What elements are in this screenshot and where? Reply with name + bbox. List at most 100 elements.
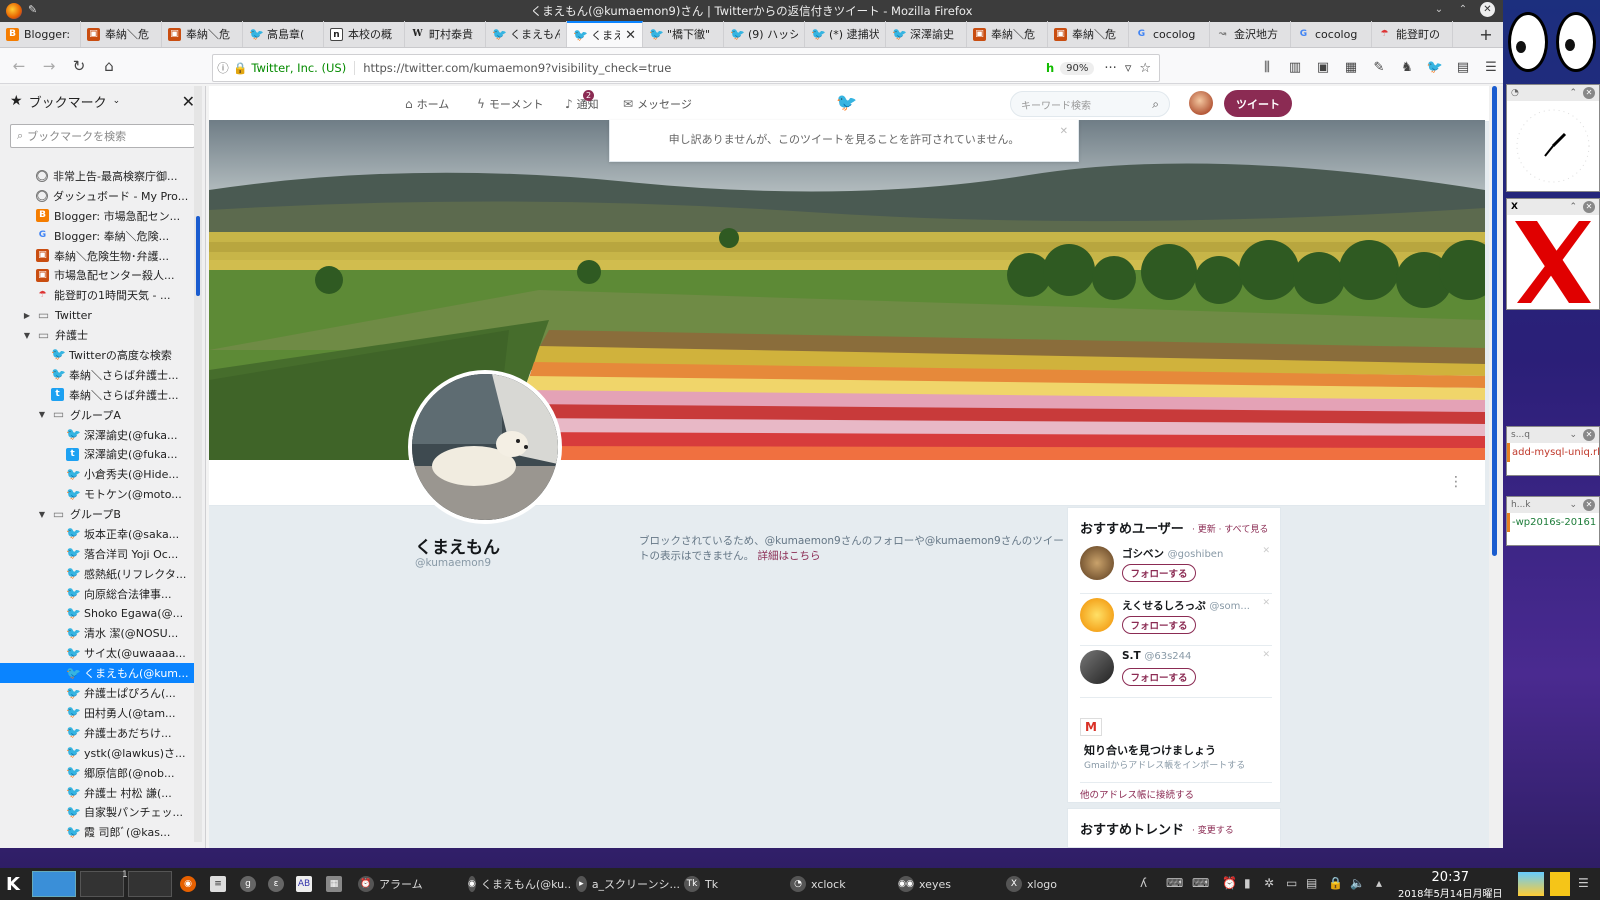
user-avatar[interactable] [1189, 91, 1213, 115]
terminal-1-close-icon[interactable]: ✕ [1583, 429, 1595, 441]
back-arrow-icon[interactable]: ← [6, 53, 32, 79]
bookmark-item[interactable]: t 奉納＼さらば弁護士... [0, 385, 195, 405]
tray-network-icon[interactable]: ✲ [1264, 876, 1274, 890]
xeyes-window[interactable] [1506, 10, 1600, 80]
tab-2[interactable]: ▣ 奉納＼危 [162, 21, 243, 47]
follow-button[interactable]: フォローする [1122, 564, 1196, 582]
dismiss-icon[interactable]: ✕ [1262, 546, 1270, 556]
expanded-arrow-icon[interactable]: ▼ [37, 510, 47, 519]
tab-15[interactable]: ↝ 金沢地方 [1210, 21, 1291, 47]
blocked-details-link[interactable]: 詳細はこちら [758, 550, 821, 562]
bookmark-folder[interactable]: ▶ ▭ Twitter [0, 305, 195, 325]
panel-menu-icon[interactable]: ☰ [1578, 876, 1589, 890]
bookmark-item[interactable]: 🐦 田村勇人(@tam... [0, 703, 195, 723]
tray-kde-icon[interactable]: ʎ [1140, 876, 1147, 890]
nav-notifications[interactable]: ♪ 通知 [565, 96, 599, 112]
user-name[interactable]: えくせるしろっぷ @som... [1122, 598, 1250, 613]
user-avatar[interactable] [1080, 650, 1114, 684]
tray-display-icon[interactable]: ▭ [1286, 876, 1297, 890]
site-info-icon[interactable]: ⓘ [213, 60, 233, 76]
tab-14[interactable]: Gcocolog [1129, 21, 1210, 47]
bookmark-item[interactable]: B Blogger: 市場急配セン... [0, 206, 195, 226]
tray-expand-icon[interactable]: ▴ [1376, 876, 1382, 890]
bookmark-item[interactable]: ▣ 奉納＼危険生物･弁護... [0, 246, 195, 266]
tab-5[interactable]: W 町村泰貴 [405, 21, 486, 47]
url-text[interactable]: https://twitter.com/kumaemon9?visibility… [363, 61, 1046, 75]
bookmark-item[interactable]: 🐦 落合洋司 Yoji Oc... [0, 544, 195, 564]
chevron-up-icon[interactable]: ⌃ [1569, 202, 1577, 212]
tab-17[interactable]: ☂ 能登町の [1372, 21, 1453, 47]
desktop-preview[interactable] [1518, 872, 1544, 896]
bookmark-item[interactable]: 🐦 清水 潔(@NOSU... [0, 623, 195, 643]
tab-9[interactable]: 🐦 (9) ハッシ [724, 21, 805, 47]
bookmark-item[interactable]: 🐦 くまえもん(@kum... [0, 663, 195, 684]
tab-1[interactable]: ▣ 奉納＼危 [81, 21, 162, 47]
tab-16[interactable]: Gcocolog [1291, 21, 1372, 47]
tray-lock-icon[interactable]: 🔒 [1328, 876, 1343, 890]
bookmark-item[interactable]: 🐦 Shoko Egawa(@... [0, 604, 195, 624]
window-close-button[interactable]: ✕ [1480, 2, 1495, 17]
task-alarm[interactable]: ⏰ アラーム [358, 874, 462, 894]
sidebar-title[interactable]: ブックマーク [29, 92, 107, 111]
expanded-arrow-icon[interactable]: ▼ [37, 410, 47, 419]
kde-menu-icon[interactable]: K [6, 874, 20, 895]
bookmark-item[interactable]: 🐦 サイ太(@uwaaaa... [0, 643, 195, 663]
home-icon[interactable]: ⌂ [96, 53, 122, 79]
extension-h-badge[interactable]: h [1046, 61, 1054, 75]
new-tab-plus-icon[interactable]: + [1475, 25, 1497, 44]
user-avatar[interactable] [1080, 546, 1114, 580]
search-icon[interactable]: ⌕ [1152, 97, 1159, 112]
tab-13[interactable]: ▣ 奉納＼危 [1048, 21, 1129, 47]
bookmark-folder[interactable]: ▼ ▭ 弁護士 [0, 325, 195, 345]
task-xlogo[interactable]: Xxlogo [1006, 874, 1110, 894]
bookmark-item[interactable]: 🐦 向原総合法律事... [0, 584, 195, 604]
terminal-window-1[interactable]: s...q ⌄ ✕ add-mysql-uniq.rl [1506, 426, 1600, 476]
bookmark-item[interactable]: 🐦 霞 司郎ﾞ(@kas... [0, 822, 195, 842]
task-xeyes[interactable]: ◉◉ xeyes [898, 874, 1002, 894]
bookmark-item[interactable]: 🐦 奉納＼さらば弁護士... [0, 365, 195, 385]
library-icon[interactable]: ⫼ [1257, 56, 1277, 78]
evernote-icon[interactable]: ♞ [1397, 56, 1417, 78]
sidebar-toggle-icon[interactable]: ▥ [1285, 56, 1305, 78]
twitter-extension-icon[interactable]: 🐦 [1425, 56, 1445, 78]
bookmark-item[interactable]: ▣ 市場急配センター殺人... [0, 265, 195, 285]
bookmark-search-input[interactable]: ⌕ ブックマークを検索 [10, 124, 195, 148]
clipboard-icon[interactable]: ▤ [1453, 56, 1473, 78]
bookmark-folder[interactable]: ▼ ▭ グループB [0, 504, 195, 524]
task-firefox[interactable]: ◉ くまえもん(@ku... [468, 874, 572, 894]
edit-icon[interactable]: ✎ [1369, 56, 1389, 78]
minimize-chevron-icon[interactable]: ⌄ [1432, 3, 1446, 17]
bookmark-item[interactable]: 🐦 弁護士あだちけ... [0, 723, 195, 743]
chevron-up-icon[interactable]: ⌃ [1569, 88, 1577, 98]
tab-close-icon[interactable]: ✕ [625, 28, 636, 43]
profile-handle[interactable]: @kumaemon9 [415, 557, 491, 569]
tab-11[interactable]: 🐦 深澤諭史 [886, 21, 967, 47]
tab-8[interactable]: 🐦 "橋下徹" [643, 21, 724, 47]
trends-change-link[interactable]: · 変更する [1192, 823, 1234, 836]
app-launcher-4[interactable]: ▦ [326, 874, 342, 894]
user-avatar[interactable] [1080, 598, 1114, 632]
expanded-arrow-icon[interactable]: ▼ [22, 331, 32, 340]
follow-button[interactable]: フォローする [1122, 616, 1196, 634]
desktop-pager-2[interactable] [80, 871, 124, 897]
tab-12[interactable]: ▣ 奉納＼危 [967, 21, 1048, 47]
sidebar-scrollbar[interactable] [194, 86, 202, 842]
bookmark-folder[interactable]: ▼ ▭ グループA [0, 405, 195, 425]
sidebar-close-icon[interactable]: ✕ [182, 92, 195, 111]
app-launcher-3[interactable]: AB [296, 874, 312, 894]
bookmark-item[interactable]: 🐦 モトケン(@moto... [0, 484, 195, 504]
forward-arrow-icon[interactable]: → [36, 53, 62, 79]
firefox-launcher[interactable]: ◉ [180, 874, 196, 894]
sidebar-scroll-thumb[interactable] [196, 216, 200, 296]
app-launcher-2[interactable]: ε [268, 874, 284, 894]
url-bar[interactable]: ⓘ 🔒 Twitter, Inc. (US) https://twitter.c… [212, 54, 1160, 82]
task-terminal[interactable]: ▸ a_スクリーンシ... [576, 874, 680, 894]
content-scrollbar[interactable] [1489, 86, 1503, 848]
tweet-button[interactable]: ツイート [1224, 90, 1292, 117]
more-options-icon[interactable]: ⋮ [1449, 474, 1463, 490]
bookmark-item[interactable]: 🐦 小倉秀夫(@Hide... [0, 464, 195, 484]
bookmark-item[interactable]: G Blogger: 奉納＼危険... [0, 226, 195, 246]
tab-6[interactable]: 🐦 くまえもん [486, 21, 567, 47]
bookmark-star-icon[interactable]: ☆ [1139, 61, 1151, 76]
desktop-pager-1[interactable] [32, 871, 76, 897]
